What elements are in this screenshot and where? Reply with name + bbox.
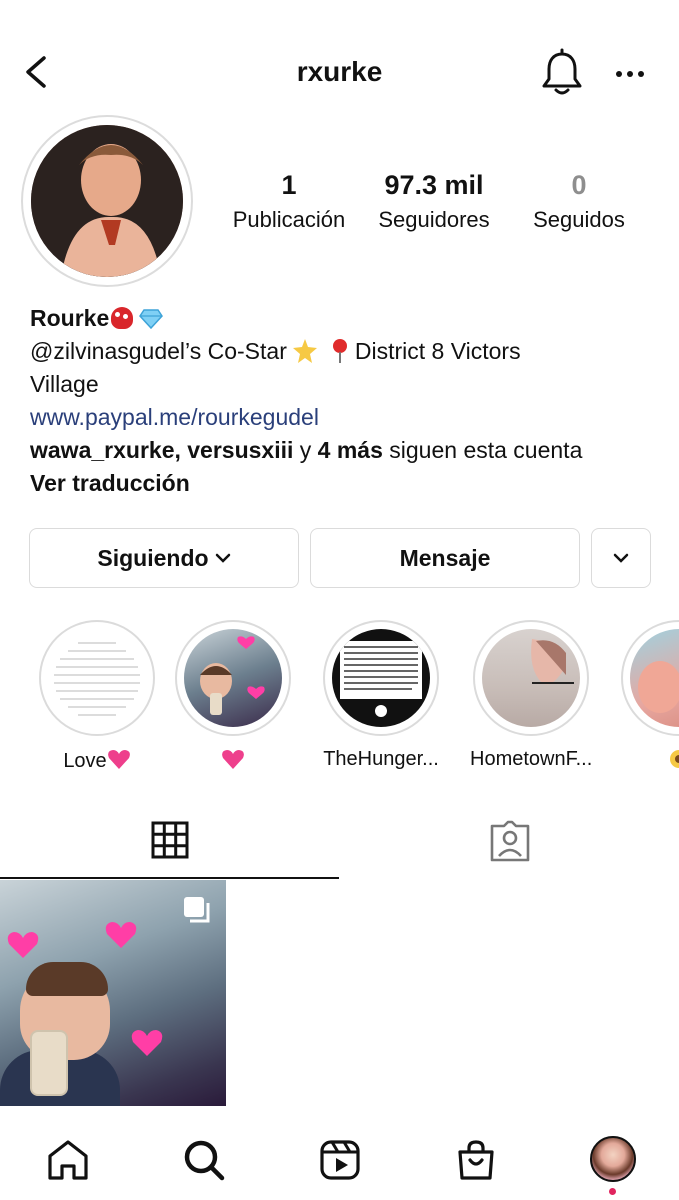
message-button-label: Mensaje (399, 544, 491, 571)
sparkling-heart-icon (222, 750, 244, 769)
posts-label: Publicación (232, 207, 346, 232)
bell-icon[interactable] (540, 48, 584, 98)
profile-header: rxurke (0, 0, 679, 120)
followed-by-users: wawa_rxurke, versusxiii (30, 437, 294, 463)
following-count: 0 (571, 170, 587, 200)
highlight-label (618, 748, 679, 773)
highlight-label (172, 748, 294, 773)
chevron-down-icon (215, 553, 230, 563)
tagged-tab-icon[interactable] (488, 820, 532, 862)
shop-icon[interactable] (454, 1138, 498, 1182)
more-options-icon[interactable] (610, 62, 650, 86)
bio-location-line2: Village (30, 371, 99, 397)
profile-nav-avatar[interactable] (590, 1136, 636, 1182)
pink-heart-icon (7, 932, 39, 958)
see-translation-link[interactable]: Ver traducción (30, 470, 190, 496)
bio-location-text: District 8 Victors (354, 338, 521, 364)
pink-heart-icon (131, 1030, 163, 1056)
posts-stat[interactable]: 1 Publicación (224, 170, 354, 233)
glowing-star-icon (292, 339, 317, 363)
profile-avatar[interactable] (21, 115, 193, 287)
following-button[interactable]: Siguiendo (29, 528, 299, 588)
notification-dot (609, 1188, 616, 1195)
highlight-label: HometownF... (470, 748, 593, 770)
following-label: Seguidos (533, 207, 625, 232)
posts-count: 1 (281, 170, 297, 200)
home-icon[interactable] (46, 1138, 90, 1182)
search-icon[interactable] (182, 1138, 226, 1182)
bio-costar-text: @zilvinasgudel’s Co-Star (30, 338, 287, 364)
highlight-label: TheHunger... (323, 748, 439, 770)
followers-stat[interactable]: 97.3 mil Seguidores (366, 170, 502, 233)
mushroom-icon (111, 307, 134, 329)
followers-label: Seguidores (378, 207, 490, 232)
suggested-accounts-button[interactable] (591, 528, 651, 588)
followed-by-more: 4 más (317, 437, 383, 463)
highlight-fifth[interactable] (618, 620, 679, 773)
highlight-hometown[interactable]: HometownF... (470, 620, 592, 771)
highlight-thehunger[interactable]: TheHunger... (320, 620, 442, 771)
reels-icon[interactable] (318, 1138, 362, 1182)
pin-icon (332, 339, 347, 363)
highlight-heart[interactable] (172, 620, 294, 773)
pink-heart-icon (105, 922, 137, 948)
multiple-photos-icon (184, 897, 210, 923)
message-button[interactable]: Mensaje (310, 528, 580, 588)
display-name: Rourke (30, 305, 110, 331)
gem-icon (139, 309, 164, 329)
chevron-down-icon (613, 553, 629, 563)
profile-photo (31, 125, 183, 277)
followers-count: 97.3 mil (384, 170, 484, 200)
highlight-love[interactable]: Love (36, 620, 158, 773)
active-tab-indicator (0, 877, 339, 879)
followed-by-conjunction: y (293, 437, 318, 463)
following-stat[interactable]: 0 Seguidos (518, 170, 640, 233)
sparkling-heart-icon (107, 750, 130, 769)
bio-link[interactable]: www.paypal.me/rourkegudel (30, 404, 319, 430)
followed-by-line[interactable]: wawa_rxurke, versusxiii y 4 más siguen e… (30, 434, 660, 467)
followed-by-tail: siguen esta cuenta (382, 437, 583, 463)
highlight-label: Love (36, 748, 158, 773)
following-button-label: Siguiendo (97, 544, 209, 571)
grid-tab-icon[interactable] (150, 820, 190, 860)
sunflower-icon (670, 750, 679, 768)
profile-bio: Rourke @zilvinasgudel’s Co-Star District … (30, 302, 660, 500)
